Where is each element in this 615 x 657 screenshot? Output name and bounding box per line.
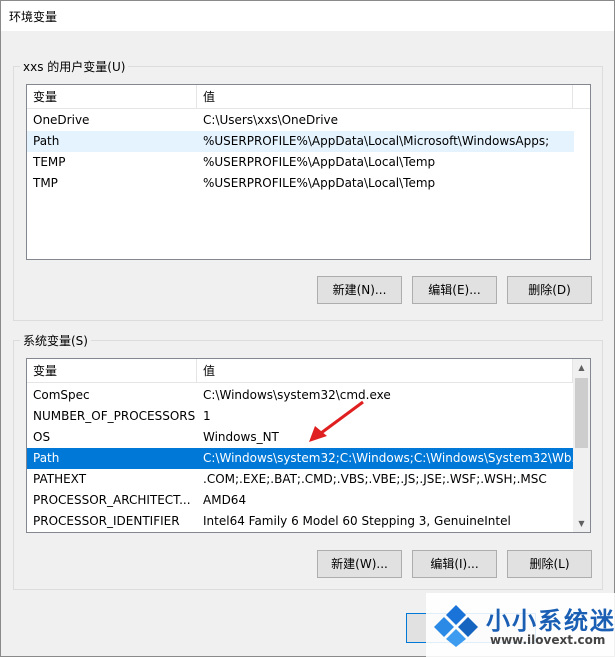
user-new-button[interactable]: 新建(N)... <box>317 276 402 304</box>
watermark-title: 小小系统迷 <box>486 607 615 635</box>
column-header-value[interactable]: 值 <box>197 85 573 109</box>
user-variables-list[interactable]: 变量 值 OneDrive C:\Users\xxs\OneDrive Path… <box>26 84 591 260</box>
variable-name-cell: PROCESSOR_IDENTIFIER <box>33 514 180 528</box>
table-row[interactable]: TEMP %USERPROFILE%\AppData\Local\Temp <box>27 152 574 173</box>
table-row[interactable]: PROCESSOR_ARCHITECT... AMD64 <box>27 490 574 511</box>
system-delete-button[interactable]: 删除(L) <box>507 550 592 578</box>
variable-value-cell: Windows_NT <box>203 430 279 444</box>
variable-value-cell: Intel64 Family 6 Model 60 Stepping 3, Ge… <box>203 514 511 528</box>
variable-value-cell: %USERPROFILE%\AppData\Local\Microsoft\Wi… <box>203 134 550 148</box>
column-header-value[interactable]: 值 <box>197 359 573 383</box>
table-row[interactable]: PATHEXT .COM;.EXE;.BAT;.CMD;.VBS;.VBE;.J… <box>27 469 574 490</box>
variable-name-cell: TMP <box>33 176 58 190</box>
table-row[interactable]: TMP %USERPROFILE%\AppData\Local\Temp <box>27 173 574 194</box>
system-list-header: 变量 值 <box>27 359 590 383</box>
variable-name-cell: Path <box>33 134 60 148</box>
system-new-button[interactable]: 新建(W)... <box>317 550 402 578</box>
watermark: 小小系统迷 www.ilovext.com <box>426 593 615 657</box>
column-header-variable[interactable]: 变量 <box>27 359 197 383</box>
title-bar[interactable]: 环境变量 <box>1 1 614 31</box>
window-title: 环境变量 <box>9 10 58 24</box>
scroll-up-icon[interactable]: ▲ <box>573 359 590 376</box>
scrollbar-thumb[interactable] <box>575 378 588 448</box>
variable-value-cell: %USERPROFILE%\AppData\Local\Temp <box>203 155 436 169</box>
table-row-selected[interactable]: Path C:\Windows\system32;C:\Windows;C:\W… <box>27 448 574 469</box>
variable-name-cell: OS <box>33 430 51 444</box>
variable-value-cell: %USERPROFILE%\AppData\Local\Temp <box>203 176 436 190</box>
table-row[interactable]: PROCESSOR_IDENTIFIER Intel64 Family 6 Mo… <box>27 511 574 532</box>
scroll-down-icon[interactable]: ▼ <box>573 515 590 532</box>
environment-variables-dialog: 环境变量 xxs 的用户变量(U) 变量 值 OneDrive C:\Users… <box>0 0 615 657</box>
table-row[interactable]: Path %USERPROFILE%\AppData\Local\Microso… <box>27 131 574 152</box>
variable-name-cell: ComSpec <box>33 388 90 402</box>
variable-value-cell: AMD64 <box>203 493 247 507</box>
variable-name-cell: Path <box>33 451 60 465</box>
watermark-url: www.ilovext.com <box>490 633 606 647</box>
user-list-header: 变量 值 <box>27 85 590 109</box>
variable-value-cell: C:\Users\xxs\OneDrive <box>203 113 339 127</box>
annotation-arrow-icon <box>309 400 364 442</box>
windows-logo-icon <box>434 605 478 647</box>
variable-value-cell: 1 <box>203 409 211 423</box>
variable-value-cell: C:\Windows\system32;C:\Windows;C:\Window… <box>203 451 574 465</box>
variable-name-cell: PATHEXT <box>33 472 87 486</box>
system-list-scrollbar[interactable]: ▲ ▼ <box>573 359 590 532</box>
column-header-variable[interactable]: 变量 <box>27 85 197 109</box>
variable-name-cell: TEMP <box>33 155 66 169</box>
variable-name-cell: OneDrive <box>33 113 90 127</box>
system-edit-button[interactable]: 编辑(I)... <box>412 550 497 578</box>
system-variables-label: 系统变量(S) <box>20 332 91 349</box>
variable-name-cell: NUMBER_OF_PROCESSORS <box>33 409 196 423</box>
variable-value-cell: .COM;.EXE;.BAT;.CMD;.VBS;.VBE;.JS;.JSE;.… <box>203 472 547 486</box>
user-variables-label: xxs 的用户变量(U) <box>20 58 129 75</box>
table-row[interactable]: OneDrive C:\Users\xxs\OneDrive <box>27 110 574 131</box>
user-delete-button[interactable]: 删除(D) <box>507 276 592 304</box>
variable-value-cell: C:\Windows\system32\cmd.exe <box>203 388 391 402</box>
variable-name-cell: PROCESSOR_ARCHITECT... <box>33 493 191 507</box>
user-edit-button[interactable]: 编辑(E)... <box>412 276 497 304</box>
